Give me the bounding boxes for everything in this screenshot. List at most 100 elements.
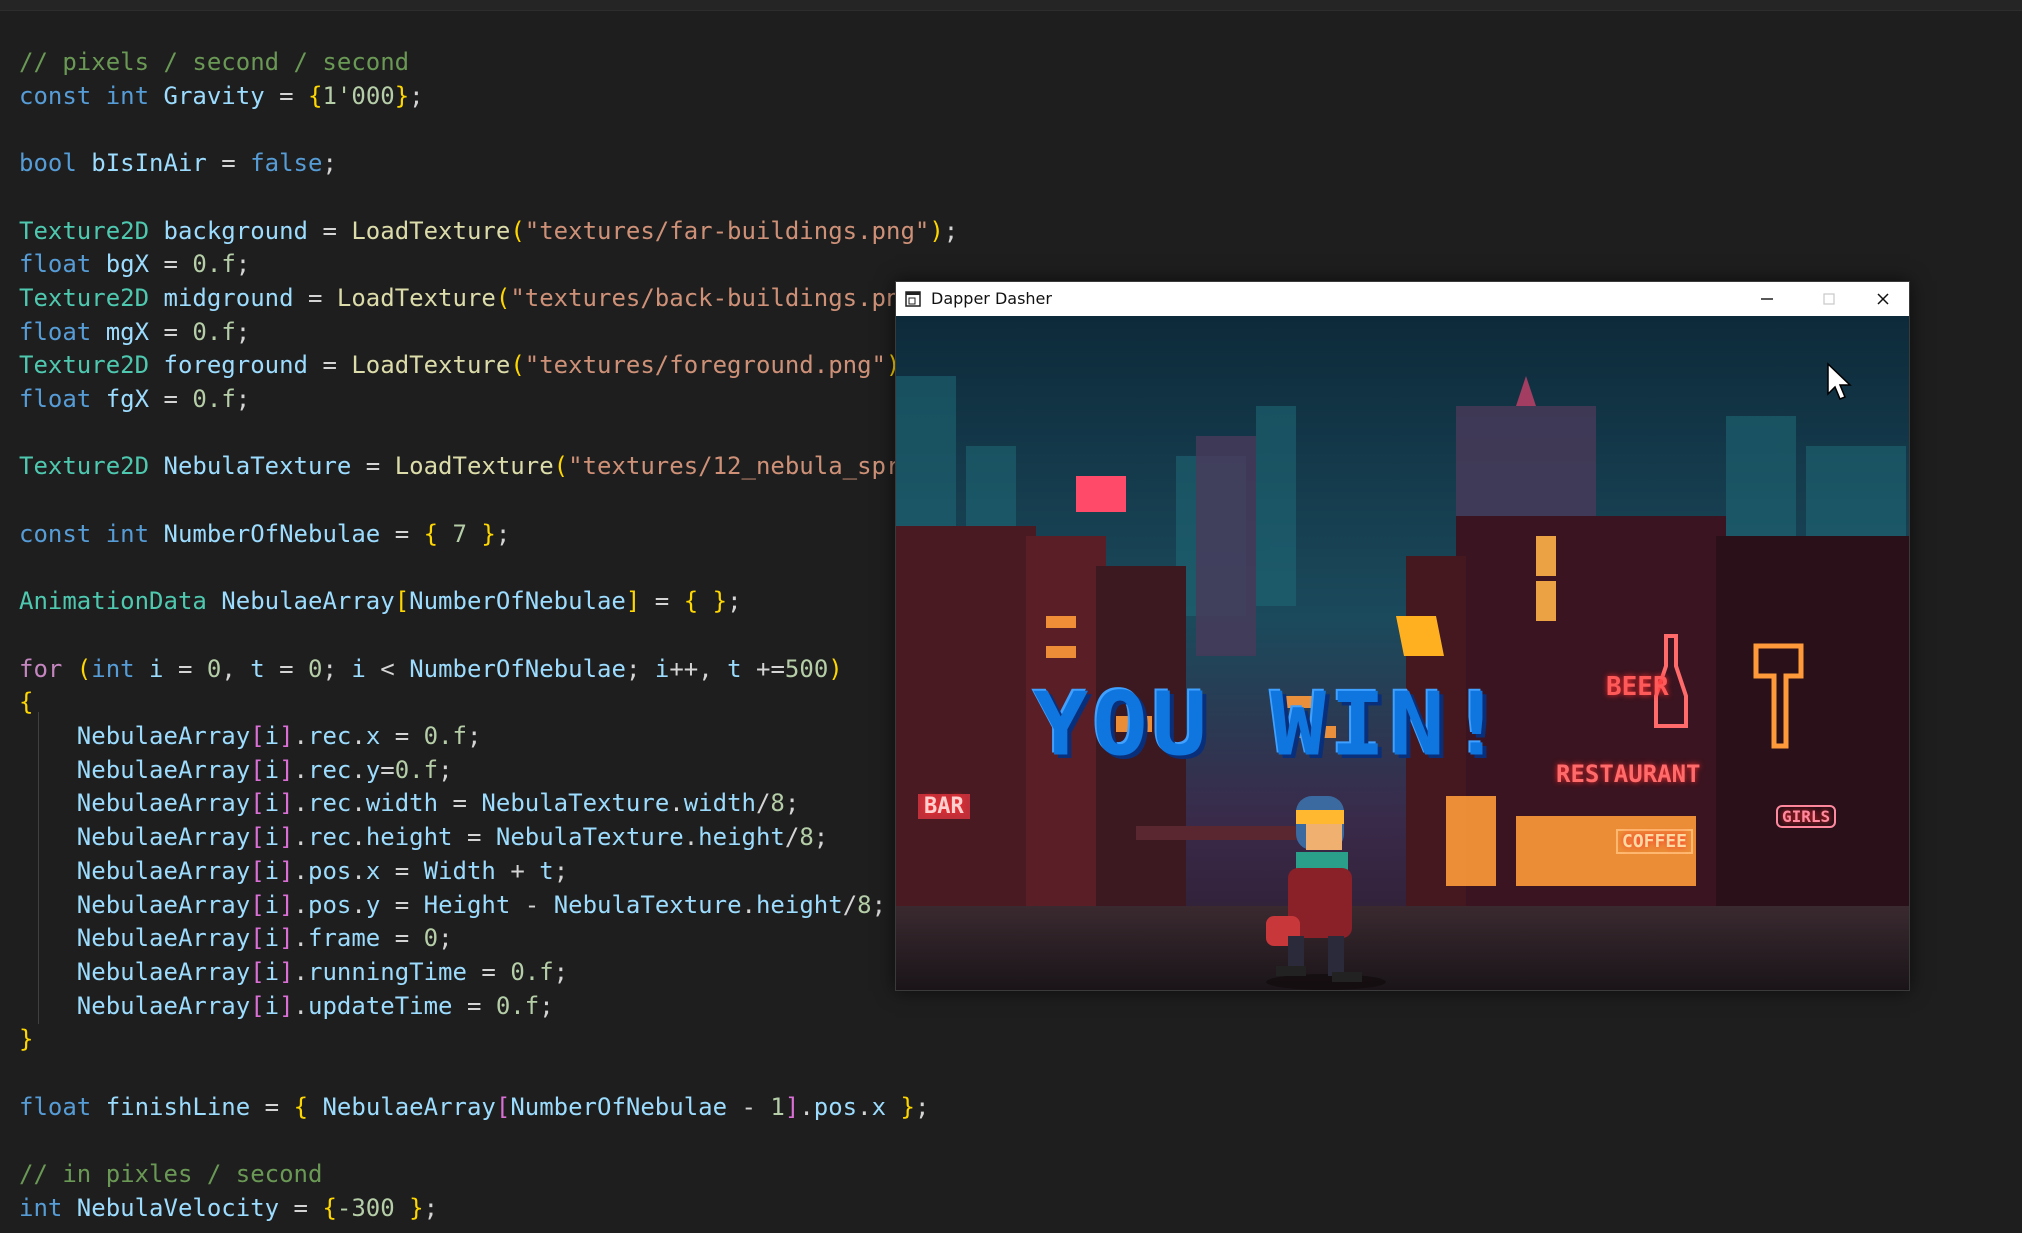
code-line[interactable]: // pixels / second / second — [19, 45, 409, 79]
code-token: "textures/foreground.png" — [524, 351, 886, 380]
code-line[interactable]: NebulaeArray[i].rec.width = NebulaTextur… — [19, 786, 800, 820]
code-line[interactable]: Texture2D foreground = LoadTexture("text… — [19, 348, 915, 382]
code-token: . — [351, 722, 366, 750]
code-token: Width — [423, 856, 496, 885]
code-token: int — [105, 81, 164, 110]
code-line[interactable]: NebulaeArray[i].updateTime = 0.f; — [19, 989, 554, 1023]
code-token: ] — [279, 991, 294, 1020]
code-token: NebulaeArray — [76, 823, 251, 852]
code-token: 1'000 — [322, 81, 395, 110]
code-token: LoadTexture — [336, 283, 496, 312]
code-token: float — [19, 385, 106, 413]
code-token: ; — [943, 216, 959, 245]
code-token: { } — [683, 587, 728, 616]
code-token: height — [698, 823, 785, 852]
code-line[interactable]: NebulaeArray[i].pos.x = Width + t; — [19, 854, 568, 888]
code-token: i — [351, 654, 366, 683]
code-token: "textures/back-buildings.png" — [510, 283, 930, 312]
code-token: finishLine — [105, 1092, 251, 1121]
code-line[interactable]: NebulaeArray[i].runningTime = 0.f; — [19, 955, 568, 989]
game-viewport[interactable]: YOU WIN! BEER RESTAURANT BAR COFFEE GIRL… — [896, 316, 1909, 990]
sign-restaurant: RESTAURANT — [1556, 760, 1701, 788]
code-line[interactable]: const int Gravity = {1'000}; — [19, 79, 424, 113]
code-token: . — [351, 823, 366, 852]
code-token: ; — [553, 856, 569, 885]
code-token: const — [19, 519, 106, 548]
code-token: . — [293, 856, 308, 885]
code-token: -300 — [336, 1193, 395, 1222]
code-token: } — [886, 1092, 915, 1121]
code-token: = — [149, 250, 193, 279]
code-token: ; — [235, 385, 251, 413]
code-line[interactable]: NebulaeArray[i].rec.x = 0.f; — [19, 719, 482, 753]
code-token: . — [293, 991, 308, 1020]
code-token: . — [293, 789, 308, 818]
code-token: = — [380, 755, 395, 784]
code-token: ; — [727, 587, 742, 616]
code-line[interactable]: // in pixles / second — [19, 1157, 322, 1191]
code-line[interactable]: AnimationData NebulaeArray[NumberOfNebul… — [19, 584, 742, 618]
you-win-banner: YOU WIN! — [1033, 673, 1509, 776]
code-line[interactable]: Texture2D background = LoadTexture("text… — [19, 214, 958, 248]
code-line[interactable]: { — [19, 685, 33, 719]
code-line[interactable]: NebulaeArray[i].pos.y = Height - NebulaT… — [19, 888, 886, 922]
window-titlebar[interactable]: Dapper Dasher — [896, 282, 1909, 316]
code-token: . — [351, 755, 366, 784]
code-token: i — [264, 722, 280, 750]
code-token: = — [264, 654, 309, 683]
code-line[interactable]: } — [19, 1022, 33, 1056]
code-token: ; — [423, 1193, 439, 1222]
code-token: - — [510, 890, 554, 919]
code-line[interactable]: Texture2D NebulaTexture = LoadTexture("t… — [19, 449, 929, 483]
sign-bar: BAR — [918, 794, 970, 819]
code-token: false — [250, 149, 323, 178]
code-line[interactable]: Texture2D midground = LoadTexture("textu… — [19, 281, 929, 315]
code-token: 7 — [438, 519, 482, 548]
code-token: ++, — [669, 654, 728, 683]
code-line[interactable]: NebulaeArray[i].rec.y=0.f; — [19, 753, 453, 787]
code-token: = — [279, 1193, 323, 1222]
code-token: 0 — [423, 924, 439, 953]
code-line[interactable]: NebulaeArray[i].frame = 0; — [19, 921, 453, 955]
code-line[interactable]: float mgX = 0.f; — [19, 315, 250, 349]
code-token: . — [293, 755, 308, 784]
code-line[interactable]: bool bIsInAir = false; — [19, 146, 337, 180]
code-line[interactable]: float fgX = 0.f; — [19, 382, 250, 416]
sign-coffee: COFFEE — [1616, 829, 1694, 854]
code-token: < — [365, 654, 410, 683]
code-token: = — [466, 957, 511, 986]
code-line[interactable]: const int NumberOfNebulae = { 7 }; — [19, 517, 510, 551]
code-line[interactable]: float finishLine = { NebulaeArray[Number… — [19, 1090, 929, 1124]
code-token: NebulaeArray — [76, 722, 251, 750]
game-window[interactable]: Dapper Dasher YOU WIN! BEER RESTAURANT B… — [895, 281, 1910, 991]
code-line[interactable]: for (int i = 0, t = 0; i < NumberOfNebul… — [19, 652, 843, 686]
code-line[interactable]: NebulaeArray[i].rec.height = NebulaTextu… — [19, 820, 828, 854]
code-token: = — [308, 216, 352, 245]
code-token: ) — [828, 654, 843, 683]
code-token: pos — [308, 856, 352, 885]
code-line[interactable]: float bgX = 0.f; — [19, 247, 250, 281]
code-token: updateTime — [308, 991, 453, 1020]
code-token: // in pixles / second — [19, 1160, 323, 1189]
code-token: foreground — [163, 351, 309, 380]
code-token: 0.f — [394, 755, 439, 784]
code-token: = — [452, 991, 496, 1020]
close-button[interactable] — [1857, 282, 1909, 316]
code-token: 8 — [857, 890, 872, 919]
code-token: 0 — [206, 654, 222, 683]
code-line[interactable]: int NebulaVelocity = {-300 }; — [19, 1191, 438, 1225]
close-icon — [1877, 293, 1889, 305]
code-token: const — [19, 81, 106, 110]
code-token: int — [105, 519, 164, 548]
code-token: = — [250, 1092, 294, 1121]
code-token: Texture2D — [19, 452, 164, 481]
code-token: int — [91, 654, 150, 683]
code-token: = — [293, 283, 337, 312]
maximize-button[interactable] — [1803, 282, 1855, 316]
code-token: = — [206, 149, 251, 178]
minimize-button[interactable] — [1741, 282, 1793, 316]
